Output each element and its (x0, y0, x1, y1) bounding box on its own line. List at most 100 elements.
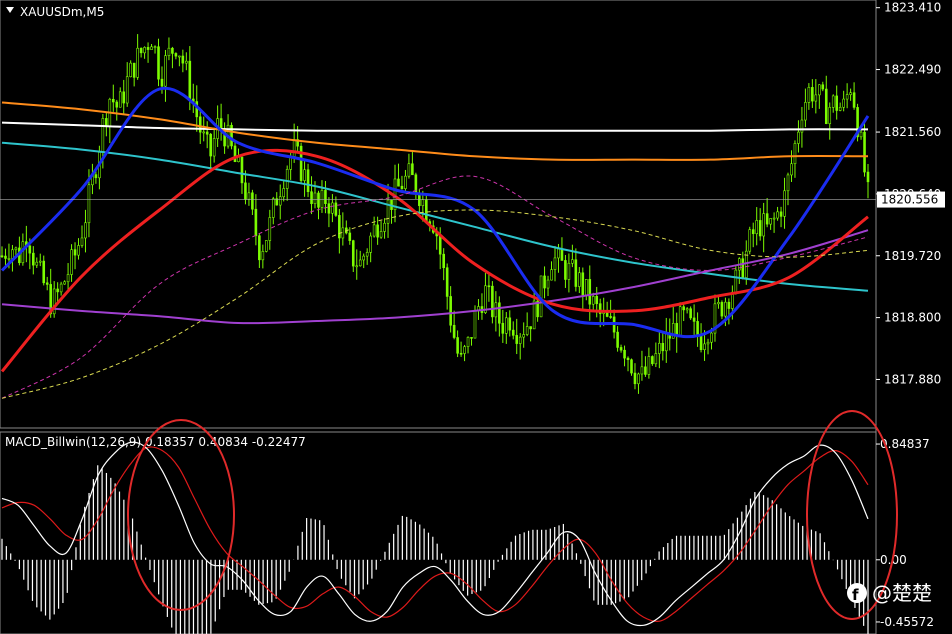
candle-body (543, 275, 546, 289)
price-tick-label: 1818.800 (884, 311, 941, 325)
candle-body (233, 145, 237, 163)
candle-body (101, 118, 105, 153)
candle-body (317, 192, 320, 208)
candle-body (859, 131, 863, 138)
candle-body (146, 47, 150, 50)
watermark: f @楚楚 (847, 581, 932, 605)
candle-body (449, 296, 452, 326)
candle-body (258, 235, 261, 261)
candle-body (511, 329, 515, 336)
current-price-box: 1820.556 (877, 191, 945, 208)
candle-body (11, 249, 14, 259)
candle-body (251, 192, 254, 210)
price-header[interactable]: XAUUSDm,M5 (6, 5, 104, 19)
candle-body (623, 349, 626, 359)
candle-body (268, 217, 272, 241)
candle-body (331, 202, 334, 214)
candle-body (32, 252, 35, 266)
candle-body (550, 269, 553, 281)
candle-body (118, 91, 122, 108)
macd-lines (1, 441, 869, 627)
candle-body (372, 224, 376, 237)
candle-body (588, 279, 592, 305)
candle-body (748, 229, 752, 252)
candle-body (59, 283, 63, 293)
candle-body (348, 232, 352, 241)
candle-body (706, 341, 710, 345)
moving-averages (0, 86, 870, 399)
candle-body (473, 310, 477, 339)
candle-body (452, 324, 456, 338)
candle-body (811, 87, 814, 102)
candle-body (42, 260, 46, 284)
candle-body (821, 84, 825, 90)
candle-body (863, 131, 866, 173)
candle-body (647, 356, 651, 375)
candle-body (755, 220, 759, 235)
candle-body (849, 92, 852, 95)
candle-body (73, 249, 77, 256)
candle-body (265, 240, 268, 252)
candle-body (77, 245, 80, 256)
candle-body (518, 336, 522, 344)
candle-body (125, 76, 129, 104)
candle-body (758, 220, 762, 237)
candle-body (324, 190, 327, 204)
candle-body (574, 259, 578, 287)
candle-body (845, 94, 849, 100)
candle-body (651, 356, 654, 365)
price-tick-label: 1817.880 (884, 372, 941, 386)
candle-body (491, 285, 494, 318)
candle-body (70, 249, 73, 275)
current-price-label: 1820.556 (881, 193, 938, 207)
candle-body (838, 106, 842, 111)
candle-body (445, 267, 449, 297)
candle-body (466, 337, 470, 347)
candle-body (87, 184, 91, 224)
candle-body (157, 46, 160, 80)
candle-body (63, 281, 66, 285)
candle-body (463, 346, 466, 354)
candle-body (685, 308, 689, 311)
candle-body (84, 222, 87, 239)
candle-body (654, 353, 658, 365)
candle-body (45, 282, 49, 285)
candle-body (411, 163, 414, 176)
candle-body (383, 222, 386, 232)
candle-body (678, 306, 682, 337)
candle-body (501, 322, 505, 334)
candle-body (341, 227, 345, 239)
candle-body (28, 245, 32, 254)
candle-body (261, 251, 265, 261)
candle-body (459, 352, 463, 355)
candle-body (751, 229, 755, 235)
candle-body (804, 102, 807, 121)
candle-body (664, 332, 668, 352)
candle-body (772, 217, 776, 220)
candle-body (310, 191, 313, 204)
candle-body (689, 308, 692, 319)
candle-body (626, 357, 630, 361)
candle-body (835, 95, 838, 111)
candle-body (522, 334, 525, 338)
candle-body (358, 259, 362, 267)
candle-body (320, 190, 324, 208)
candle-body (139, 47, 143, 54)
candle-body (727, 301, 731, 309)
candle-body (202, 131, 206, 134)
candle-body (174, 53, 178, 57)
moving-average-line (1, 175, 869, 399)
candle-body (515, 335, 519, 344)
candle-body (581, 272, 585, 296)
candle-body (400, 185, 404, 189)
chart-canvas: 1823.4101822.4901821.5601820.6401819.720… (0, 0, 945, 634)
candle-body (306, 169, 310, 193)
candle-body (633, 372, 637, 385)
triangle-down-icon[interactable] (6, 7, 14, 13)
candle-body (557, 248, 560, 259)
candle-body (164, 55, 167, 87)
candle-body (7, 258, 11, 260)
candle-body (313, 192, 317, 204)
candle-body (369, 235, 372, 253)
candle-body (362, 255, 366, 261)
